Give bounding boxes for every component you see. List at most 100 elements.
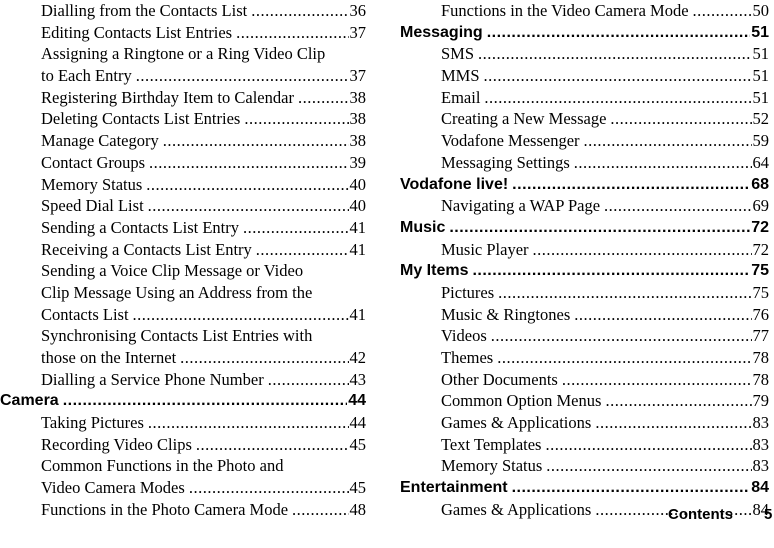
entry-title: Common Functions in the Photo and (41, 456, 284, 476)
entry-title: Memory Status (41, 174, 143, 194)
toc-entry[interactable]: Vodafone Messenger 59 (400, 130, 769, 152)
page-ref: 75 (751, 262, 769, 280)
toc-section-heading[interactable]: Camera 44 (0, 390, 366, 412)
dot-leader (472, 260, 750, 282)
toc-entry[interactable]: Memory Status 83 (400, 455, 769, 477)
dot-leader (236, 22, 348, 44)
toc-entry[interactable]: to Each Entry 37 (0, 65, 366, 87)
dot-leader (546, 455, 751, 477)
toc-entry[interactable]: Taking Pictures 44 (0, 412, 366, 434)
section-title: Vodafone live! (400, 175, 509, 193)
dot-leader (146, 174, 348, 196)
toc-section-heading[interactable]: Music 72 (400, 217, 769, 239)
toc-entry[interactable]: Music Player 72 (400, 239, 769, 261)
dot-leader (512, 477, 751, 499)
page-number: 5 (764, 506, 773, 523)
toc-section-heading[interactable]: My Items 75 (400, 260, 769, 282)
entry-title: Clip Message Using an Address from the (41, 282, 313, 302)
toc-entry[interactable]: Sending a Contacts List Entry 41 (0, 217, 366, 239)
toc-entry[interactable]: Deleting Contacts List Entries 38 (0, 108, 366, 130)
toc-entry[interactable]: Contacts List 41 (0, 304, 366, 326)
toc-entry[interactable]: Registering Birthday Item to Calendar 38 (0, 87, 366, 109)
page-ref: 51 (752, 66, 770, 86)
page-ref: 44 (349, 413, 367, 433)
entry-title: Sending a Voice Clip Message or Video (41, 261, 304, 281)
toc-column-left: Dialling from the Contacts List 36 Editing… (0, 0, 366, 521)
toc-entry[interactable]: Creating a New Message 52 (400, 108, 769, 130)
toc-entry[interactable]: Other Documents 78 (400, 369, 769, 391)
toc-entry[interactable]: Dialling from the Contacts List 36 (0, 0, 366, 22)
page-ref: 79 (752, 391, 770, 411)
entry-title: Functions in the Video Camera Mode (441, 1, 689, 20)
toc-entry[interactable]: Games & Applications 83 (400, 412, 769, 434)
toc-entry[interactable]: Contact Groups 39 (0, 152, 366, 174)
dot-leader (512, 174, 750, 196)
dot-leader (610, 108, 751, 130)
toc-entry[interactable]: Dialling a Service Phone Number 43 (0, 369, 366, 391)
page-ref: 76 (752, 304, 770, 324)
page-ref: 84 (751, 479, 769, 497)
page-ref: 40 (349, 174, 367, 194)
toc-entry[interactable]: Messaging Settings 64 (400, 152, 769, 174)
toc-entry-continued: Clip Message Using an Address from the (0, 282, 366, 304)
toc-entry[interactable]: Music & Ringtones 76 (400, 304, 769, 326)
toc-section-heading[interactable]: Entertainment 84 (400, 477, 769, 499)
entry-title: Recording Video Clips (41, 434, 192, 454)
page-ref: 45 (349, 434, 367, 454)
toc-entry[interactable]: Functions in the Video Camera Mode 50 (400, 0, 769, 22)
toc-entry[interactable]: Pictures 75 (400, 282, 769, 304)
page-ref: 83 (752, 456, 770, 476)
section-title: Entertainment (400, 479, 508, 497)
entry-title: Dialling from the Contacts List (41, 1, 248, 20)
page-ref: 68 (751, 175, 769, 193)
toc-section-heading[interactable]: Vodafone live! 68 (400, 174, 769, 196)
dot-leader (189, 477, 349, 499)
page-ref: 37 (349, 22, 367, 42)
toc-entry[interactable]: Themes 78 (400, 347, 769, 369)
page-ref: 44 (348, 392, 366, 410)
entry-title: Memory Status (441, 456, 543, 476)
entry-title: Messaging Settings (441, 152, 570, 172)
entry-title: Email (441, 87, 481, 107)
toc-entry[interactable]: Common Option Menus 79 (400, 390, 769, 412)
toc-entry[interactable]: Navigating a WAP Page 69 (400, 195, 769, 217)
dot-leader (574, 304, 751, 326)
toc-entry[interactable]: SMS 51 (400, 43, 769, 65)
page-ref: 42 (349, 348, 367, 367)
dot-leader (498, 282, 751, 304)
entry-title: Registering Birthday Item to Calendar (41, 87, 294, 107)
toc-entry[interactable]: Manage Category 38 (0, 130, 366, 152)
toc-entry[interactable]: Receiving a Contacts List Entry 41 (0, 239, 366, 261)
entry-title: Receiving a Contacts List Entry (41, 239, 252, 259)
toc-entry[interactable]: Video Camera Modes 45 (0, 477, 366, 499)
page-ref: 51 (752, 44, 770, 64)
toc-section-heading[interactable]: Messaging 51 (400, 22, 769, 44)
toc-entry[interactable]: Editing Contacts List Entries 37 (0, 22, 366, 44)
page-ref: 51 (752, 87, 770, 107)
dot-leader (449, 217, 750, 239)
page-ref: 83 (752, 413, 770, 433)
page-ref: 69 (752, 196, 770, 216)
page-ref: 37 (349, 66, 367, 86)
section-title: Music (400, 218, 446, 236)
toc-entry[interactable]: Email 51 (400, 87, 769, 109)
page-ref: 41 (349, 304, 367, 324)
toc-entry[interactable]: Recording Video Clips 45 (0, 434, 366, 456)
dot-leader (136, 65, 349, 87)
entry-title: those on the Internet (41, 348, 177, 367)
toc-entry[interactable]: Videos 77 (400, 325, 769, 347)
toc-entry[interactable]: Memory Status 40 (0, 174, 366, 196)
toc-entry-continued: Assigning a Ringtone or a Ring Video Cli… (0, 43, 366, 65)
toc-entry[interactable]: those on the Internet 42 (0, 347, 366, 369)
entry-title: Other Documents (441, 369, 558, 389)
section-title: Messaging (400, 23, 483, 41)
page-ref: 78 (752, 348, 770, 367)
dot-leader (243, 217, 349, 239)
entry-title: Contact Groups (41, 152, 146, 172)
dot-leader (605, 390, 751, 412)
toc-entry[interactable]: MMS 51 (400, 65, 769, 87)
toc-entry[interactable]: Text Templates 83 (400, 434, 769, 456)
dot-leader (484, 65, 752, 87)
toc-entry[interactable]: Speed Dial List 40 (0, 195, 366, 217)
page-ref: 75 (752, 282, 770, 302)
